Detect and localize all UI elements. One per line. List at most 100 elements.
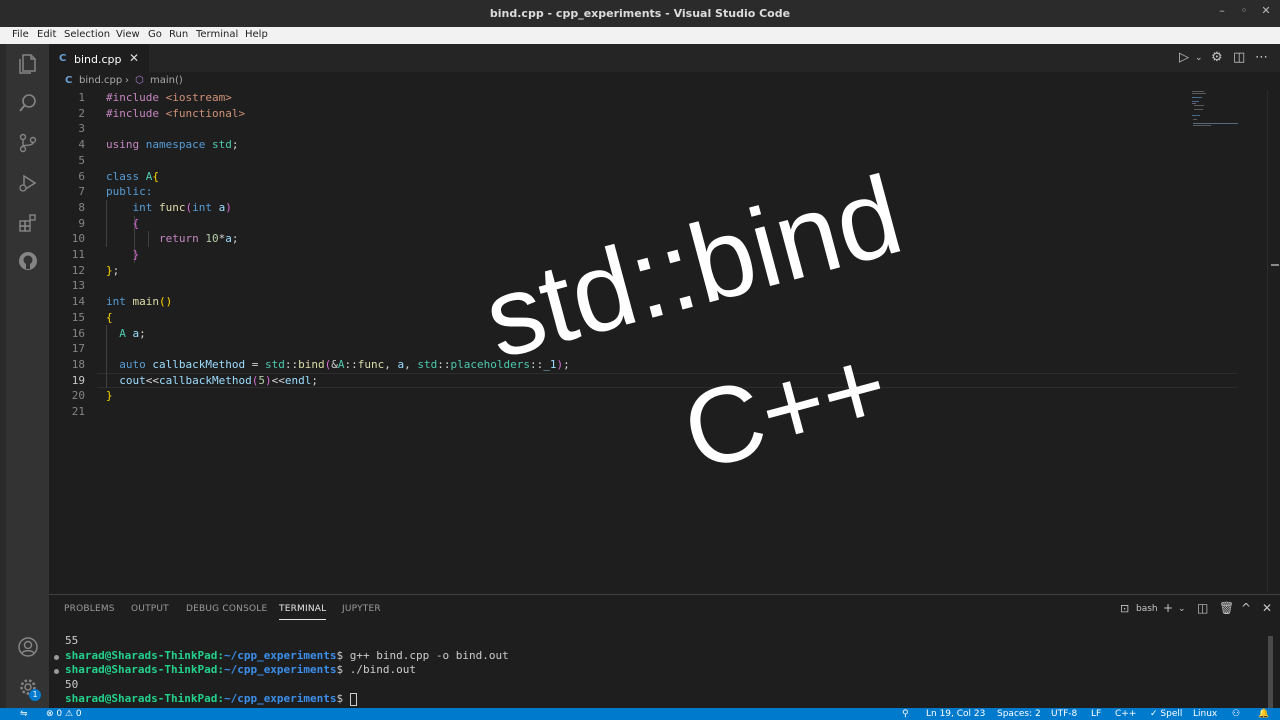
maximize-button[interactable]: ◦ — [1236, 4, 1252, 17]
command-decoration — [54, 655, 59, 660]
breadcrumb: C bind.cpp › ⬡ main() — [49, 72, 1280, 90]
tab-debug-console[interactable]: DEBUG CONSOLE — [186, 604, 267, 614]
cpp-file-icon: C — [65, 75, 73, 86]
extensions-icon[interactable] — [17, 212, 39, 234]
window-title: bind.cpp - cpp_experiments - Visual Stud… — [489, 7, 791, 20]
explorer-icon[interactable] — [17, 52, 39, 74]
trash-icon[interactable]: 🗑 — [1219, 601, 1234, 615]
code-line: } — [132, 248, 140, 261]
line-number: 20 — [71, 389, 85, 403]
notifications-icon[interactable]: 🔔 — [1258, 709, 1269, 719]
split-editor-icon[interactable]: ◫ — [1233, 50, 1245, 65]
new-terminal-icon[interactable]: + — [1163, 601, 1173, 615]
minimize-button[interactable]: – — [1214, 4, 1230, 17]
line-number: 18 — [71, 357, 85, 371]
menu-file[interactable]: File — [12, 29, 29, 40]
code-line: public: — [106, 185, 153, 199]
close-window-button[interactable]: ✕ — [1258, 4, 1274, 17]
gear-icon[interactable]: ⚙ — [1211, 50, 1223, 65]
editor-scrollbar[interactable] — [1267, 90, 1280, 592]
source-control-icon[interactable] — [17, 132, 39, 154]
code-line: using namespace std; — [106, 138, 246, 152]
encoding[interactable]: UTF-8 — [1051, 709, 1077, 719]
tab-output[interactable]: OUTPUT — [131, 604, 169, 614]
code-line: A a; — [119, 326, 146, 340]
line-number: 10 — [71, 232, 85, 246]
chevron-down-icon[interactable]: ⌄ — [1178, 604, 1186, 614]
line-number: 8 — [78, 200, 85, 214]
spell-check[interactable]: ✓ Spell — [1150, 709, 1182, 719]
breadcrumb-separator: › — [125, 75, 129, 86]
terminal-scrollbar[interactable] — [1268, 636, 1273, 708]
menu-run[interactable]: Run — [169, 29, 188, 40]
line-number: 21 — [71, 405, 85, 418]
line-number: 2 — [78, 106, 85, 120]
line-number: 13 — [71, 279, 85, 293]
line-number-active: 19 — [71, 373, 85, 387]
breadcrumb-symbol[interactable]: main() — [150, 75, 183, 86]
tab-bind-cpp[interactable]: C bind.cpp ✕ — [49, 44, 149, 72]
more-actions-icon[interactable]: ⋯ — [1255, 50, 1268, 65]
cursor-position[interactable]: Ln 19, Col 23 — [926, 709, 985, 719]
problems-count[interactable]: ⊗ 0 ⚠ 0 — [46, 709, 82, 719]
menu-view[interactable]: View — [116, 29, 140, 40]
end-of-line[interactable]: LF — [1091, 709, 1101, 719]
terminal-cursor — [349, 692, 357, 706]
terminal-line: sharad@Sharads-ThinkPad:~/cpp_experiment… — [65, 648, 509, 662]
tab-label: bind.cpp — [74, 53, 122, 66]
code-line: int func(int a) — [132, 200, 232, 214]
github-icon[interactable] — [17, 250, 39, 272]
live-share-icon[interactable]: ⚲ — [902, 709, 909, 719]
run-debug-icon[interactable] — [17, 172, 39, 194]
editor-tab-bar: C bind.cpp ✕ ▷ ⌄ ⚙ ◫ ⋯ — [49, 44, 1280, 72]
tab-problems[interactable]: PROBLEMS — [64, 604, 115, 614]
line-number: 14 — [71, 295, 85, 309]
feedback-icon[interactable]: ⚇ — [1232, 709, 1240, 719]
code-line: } — [106, 389, 113, 403]
close-panel-icon[interactable]: ✕ — [1262, 601, 1272, 615]
minimap[interactable] — [1190, 90, 1265, 130]
terminal-line: 50 — [65, 677, 79, 691]
menu-edit[interactable]: Edit — [37, 29, 56, 40]
code-line: return 10*a; — [158, 232, 239, 246]
menu-selection[interactable]: Selection — [64, 29, 110, 40]
status-bar: ⇋ ⊗ 0 ⚠ 0 ⚲ Ln 19, Col 23 Spaces: 2 UTF-… — [0, 708, 1280, 720]
line-number: 4 — [78, 138, 85, 152]
tab-jupyter[interactable]: JUPYTER — [342, 604, 381, 614]
code-line: cout<<callbackMethod(5)<<endl; — [119, 373, 318, 387]
shell-name[interactable]: bash — [1136, 604, 1158, 614]
line-number: 11 — [71, 248, 85, 261]
activity-bar: 1 — [6, 44, 49, 708]
code-line: int main() — [106, 295, 173, 309]
menu-help[interactable]: Help — [245, 29, 268, 40]
menu-terminal[interactable]: Terminal — [196, 29, 238, 40]
terminal-icon: ⊡ — [1120, 602, 1130, 615]
tab-close-button[interactable]: ✕ — [129, 51, 139, 65]
code-line: { — [106, 310, 113, 324]
settings-badge: 1 — [29, 689, 41, 701]
code-line: #include <iostream> — [106, 91, 232, 104]
menu-go[interactable]: Go — [148, 29, 162, 40]
cpp-file-icon: C — [59, 53, 67, 64]
symbol-method-icon: ⬡ — [135, 75, 144, 86]
code-line: { — [132, 216, 140, 230]
terminal-line: sharad@Sharads-ThinkPad:~/cpp_experiment… — [65, 692, 357, 707]
indentation[interactable]: Spaces: 2 — [997, 709, 1041, 719]
search-icon[interactable] — [17, 92, 39, 114]
scroll-marker — [1271, 264, 1279, 266]
line-number: 15 — [71, 310, 85, 324]
remote-icon[interactable]: ⇋ — [20, 709, 28, 719]
split-terminal-icon[interactable]: ◫ — [1197, 601, 1208, 615]
accounts-icon[interactable] — [17, 636, 39, 658]
code-line: #include <functional> — [106, 106, 246, 120]
line-number: 5 — [78, 153, 85, 167]
terminal[interactable]: 55 sharad@Sharads-ThinkPad:~/cpp_experim… — [49, 622, 1280, 708]
breadcrumb-file[interactable]: bind.cpp — [79, 75, 122, 86]
platform[interactable]: Linux — [1193, 709, 1217, 719]
chevron-down-icon[interactable]: ⌄ — [1195, 53, 1203, 63]
tab-terminal[interactable]: TERMINAL — [279, 604, 327, 620]
maximize-panel-icon[interactable]: ^ — [1241, 601, 1251, 615]
run-code-icon[interactable]: ▷ — [1179, 50, 1189, 65]
language-mode[interactable]: C++ — [1115, 709, 1136, 719]
code-line: }; — [106, 263, 120, 277]
